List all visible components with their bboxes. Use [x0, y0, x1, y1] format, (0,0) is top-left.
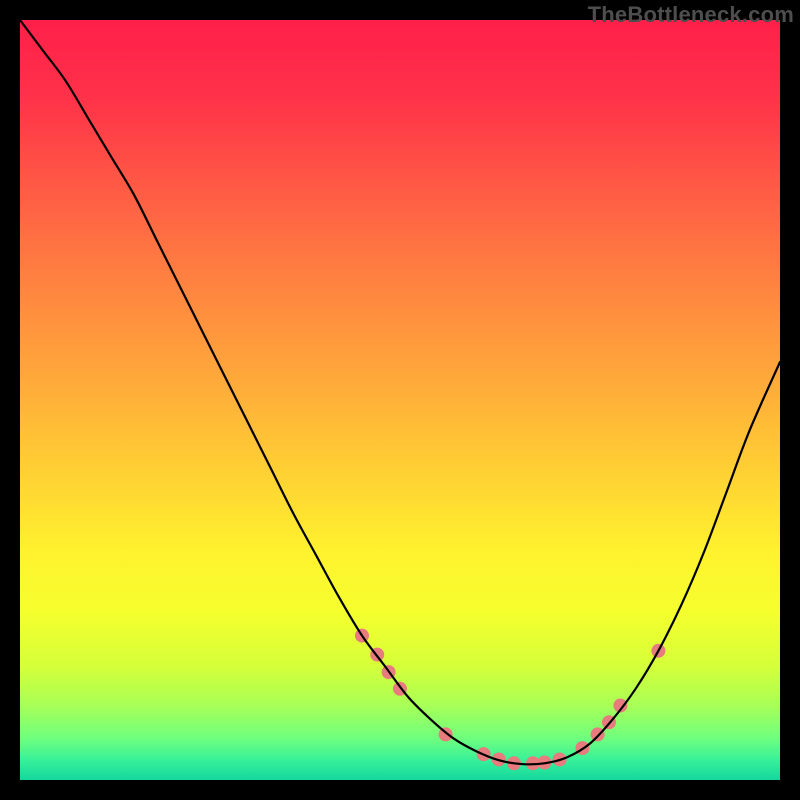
chart-canvas [20, 20, 780, 780]
watermark-text: TheBottleneck.com [588, 2, 794, 28]
chart-frame [20, 20, 780, 780]
gradient-background [20, 20, 780, 780]
